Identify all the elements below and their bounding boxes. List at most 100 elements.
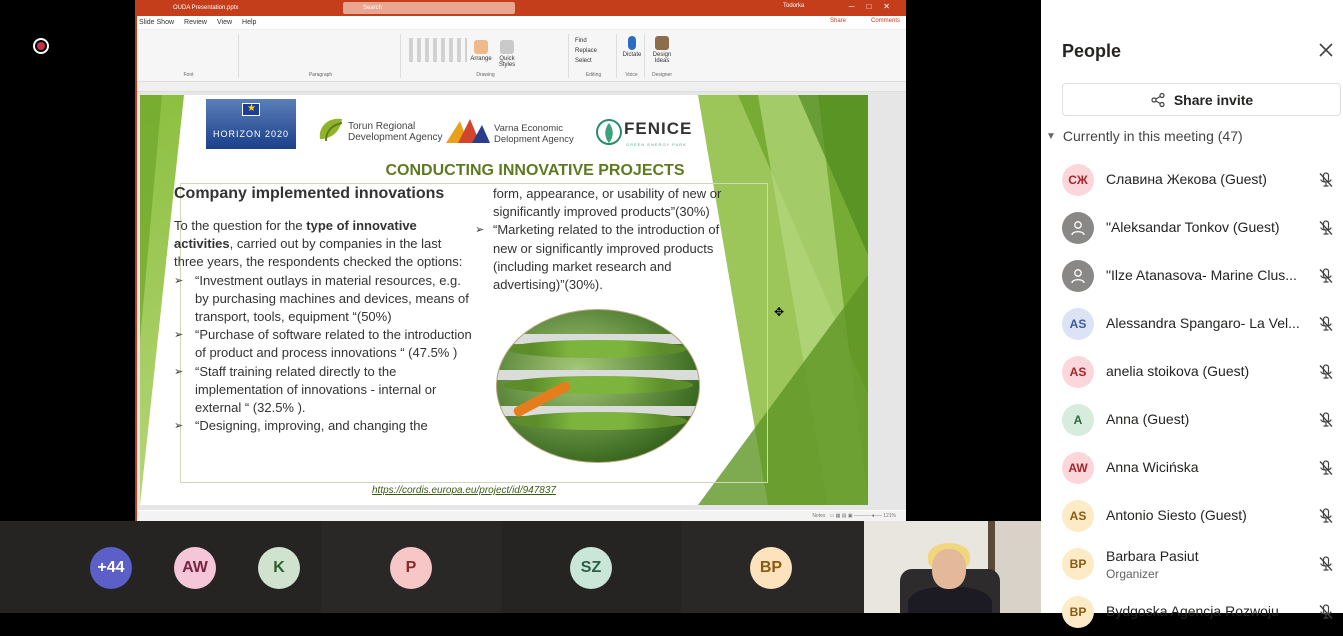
slide-canvas: HORIZON 2020 Torun Regional Development … [140, 95, 868, 505]
dictate-label: Dictate [622, 52, 642, 58]
partner-logos: HORIZON 2020 Torun Regional Development … [206, 99, 706, 151]
mic-off-icon[interactable] [1317, 507, 1335, 525]
list-item[interactable]: BP Barbara Pasiut Organizer [1041, 540, 1343, 588]
arrange-label: Arrange [470, 56, 492, 62]
more-participants-button[interactable]: +44 [90, 547, 132, 589]
participant-name: Anna (Guest) [1106, 411, 1190, 427]
ribbon-group-drawing: Arrange Quick Styles Drawing [403, 34, 569, 78]
mic-off-icon[interactable] [1317, 171, 1335, 189]
list-item[interactable]: AW Anna Wicińska [1041, 444, 1343, 492]
person-icon [1062, 260, 1094, 292]
mic-off-icon[interactable] [1317, 411, 1335, 429]
shared-screen: OUDA Presentation.pptx Search Todorka ─□… [135, 0, 906, 521]
participant-avatar[interactable]: AW [174, 547, 216, 589]
list-item[interactable]: AS Antonio Siesto (Guest) [1041, 492, 1343, 540]
arrange-button[interactable]: Arrange [469, 40, 493, 62]
participant-name: anelia stoikova (Guest) [1106, 363, 1250, 379]
design-ideas-icon [655, 36, 669, 50]
ribbon-group-font: Font [139, 34, 239, 78]
avatar: AS [1062, 308, 1094, 340]
menu-view[interactable]: View [217, 19, 232, 26]
participant-name: Славина Жекова (Guest) [1106, 171, 1267, 187]
ribbon-group-label: Font [183, 72, 194, 78]
list-item[interactable]: СЖ Славина Жекова (Guest) [1041, 156, 1343, 204]
intro-text-start: To the question for the [174, 218, 307, 233]
ribbon-group-label: Editing [585, 72, 602, 78]
design-ideas-button[interactable]: Design Ideas [650, 36, 674, 64]
share-icon [1151, 92, 1165, 107]
participant-avatar[interactable]: BP [750, 547, 792, 589]
participant-name: "Ilze Atanasova- Marine Clus... [1106, 267, 1297, 283]
list-item: “Designing, improving, and changing the [174, 417, 474, 435]
zoom-level[interactable]: 121% [883, 513, 896, 519]
menu-help[interactable]: Help [242, 19, 256, 26]
mic-off-icon[interactable] [1317, 219, 1335, 237]
participant-avatar[interactable]: K [258, 547, 300, 589]
participant-name: Barbara Pasiut [1106, 548, 1199, 564]
menu-slide-show[interactable]: Slide Show [139, 19, 174, 26]
mic-off-icon[interactable] [1317, 603, 1335, 621]
list-item[interactable]: A Anna (Guest) [1041, 396, 1343, 444]
left-column-text: To the question for the type of innovati… [174, 217, 474, 436]
list-item[interactable]: AS Alessandra Spangaro- La Vel... [1041, 300, 1343, 348]
find-button[interactable]: Find [575, 36, 597, 46]
microphone-icon [628, 36, 636, 50]
right-bullet-list: “Marketing related to the introduction o… [475, 221, 737, 294]
eu-flag-icon [242, 103, 260, 116]
ppt-ribbon: Font Paragraph Arrange Quick Styles Draw… [137, 30, 906, 82]
avatar: BP [1062, 548, 1094, 580]
window-controls[interactable]: ─□✕ [849, 2, 902, 11]
participant-name: Anna Wicińska [1106, 459, 1199, 475]
quick-styles-button[interactable]: Quick Styles [495, 40, 519, 68]
ppt-search-box[interactable]: Search [343, 2, 515, 14]
list-item[interactable]: AS anelia stoikova (Guest) [1041, 348, 1343, 396]
fenice-logo-text: FENICE [624, 119, 693, 138]
shapes-gallery[interactable] [409, 38, 467, 62]
close-icon [1319, 43, 1333, 57]
person-icon [1062, 212, 1094, 244]
list-item: “Purchase of software related to the int… [174, 326, 474, 362]
mic-off-icon[interactable] [1317, 363, 1335, 381]
varna-triangles-icon [446, 119, 490, 143]
notes-button[interactable]: Notes [812, 513, 825, 519]
ppt-comments-button[interactable]: Comments [871, 18, 900, 24]
source-link[interactable]: https://cordis.europa.eu/project/id/9478… [140, 485, 788, 496]
dictate-button[interactable]: Dictate [620, 36, 644, 58]
ppt-user-name[interactable]: Todorka [783, 3, 804, 9]
participant-list: СЖ Славина Жекова (Guest) "Aleksandar Tonk… [1041, 156, 1343, 636]
replace-button[interactable]: Replace [575, 46, 597, 56]
horizon-2020-text: HORIZON 2020 [212, 129, 290, 139]
avatar: СЖ [1062, 164, 1094, 196]
participant-avatar[interactable]: P [390, 547, 432, 589]
torun-agency-text: Torun Regional Development Agency [348, 121, 443, 143]
right-column-text: form, appearance, or usability of new or… [475, 185, 737, 294]
ppt-share-button[interactable]: Share [830, 18, 846, 24]
meeting-stage: OUDA Presentation.pptx Search Todorka ─□… [0, 0, 1041, 613]
mic-off-icon[interactable] [1317, 315, 1335, 333]
self-video-tile[interactable] [864, 521, 1041, 613]
mic-off-icon[interactable] [1317, 459, 1335, 477]
participant-avatar[interactable]: SZ [570, 547, 612, 589]
ribbon-group-label: Drawing [476, 72, 495, 78]
close-panel-button[interactable] [1317, 41, 1335, 59]
menu-review[interactable]: Review [184, 19, 207, 26]
participant-name: Alessandra Spangaro- La Vel... [1106, 315, 1300, 331]
mic-off-icon[interactable] [1317, 555, 1335, 573]
list-item[interactable]: "Aleksandar Tonkov (Guest) [1041, 204, 1343, 252]
participant-initials: BP [759, 559, 783, 576]
in-meeting-section-toggle[interactable]: ▼ Currently in this meeting (47) [1046, 128, 1243, 144]
participant-initials: SZ [580, 559, 602, 576]
ruler [137, 82, 906, 92]
design-ideas-label: Design Ideas [652, 52, 672, 64]
ribbon-group-voice: Dictate Voice [619, 34, 645, 78]
mic-off-icon[interactable] [1317, 267, 1335, 285]
select-button[interactable]: Select [575, 56, 597, 66]
intro-paragraph: To the question for the type of innovati… [174, 217, 474, 272]
list-item: “Investment outlays in material resource… [174, 272, 474, 327]
list-item[interactable]: "Ilze Atanasova- Marine Clus... [1041, 252, 1343, 300]
list-item[interactable]: BP Bydgoska Agencja Rozwoju [1041, 588, 1343, 636]
share-invite-button[interactable]: Share invite [1062, 83, 1341, 116]
torun-leaf-icon [319, 118, 343, 142]
varna-agency-text: Varna Economic Delopment Agency [494, 123, 574, 145]
avatar: AS [1062, 500, 1094, 532]
